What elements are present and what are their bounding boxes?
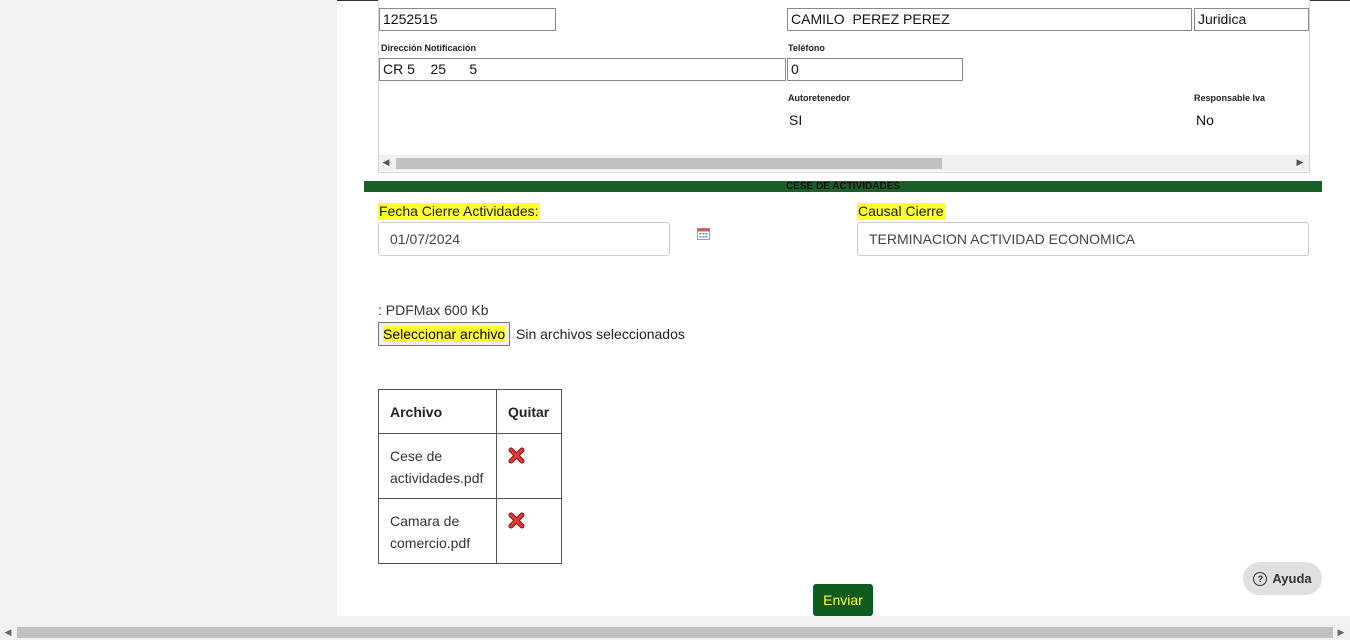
calendar-icon[interactable] [697,227,710,240]
phone-label: Teléfono [788,43,825,53]
table-row: Cese de actividades.pdf [378,433,562,499]
file-name-cell: Cese de actividades.pdf [378,433,497,499]
info-box-scroll-thumb[interactable] [396,158,942,169]
page-scroll-thumb[interactable] [17,627,1333,638]
table-row: Camara de comercio.pdf [378,498,562,564]
help-circle-icon: ? [1253,571,1268,586]
self-withholding-value: SI [789,112,803,128]
contributor-name-field[interactable]: CAMILO PEREZ PEREZ [787,8,1192,31]
address-label: Dirección Notificación [381,43,477,53]
attached-files-table: Archivo Quitar Cese de actividades.pdf C… [378,389,562,564]
column-header-file: Archivo [378,389,497,434]
page-scroll-right-arrow-icon[interactable]: ▶ [1334,627,1348,638]
section-header-bar: CESE DE ACTIVIDADES [364,181,1322,192]
self-withholding-label: Autoretenedor [788,93,851,103]
page-horizontal-scrollbar[interactable]: ◀ ▶ [0,624,1350,640]
remove-x-icon[interactable] [508,512,525,529]
info-box-horizontal-scrollbar[interactable]: ◀ ▶ [379,155,1309,171]
vat-responsible-value: No [1196,112,1214,128]
closure-date-label: Fecha Cierre Actividades: [378,203,540,220]
person-type-field[interactable]: Juridica [1194,8,1309,31]
page-scroll-left-arrow-icon[interactable]: ◀ [1,627,15,638]
remove-cell [496,498,562,564]
vat-responsible-label: Responsable Iva [1194,93,1266,103]
document-number-field[interactable]: 1252515 [379,8,556,31]
contributor-info-box: 1252515 CAMILO PEREZ PEREZ Juridica Dire… [378,0,1310,173]
help-button[interactable]: ? Ayuda [1243,562,1322,595]
submit-button[interactable]: Enviar [813,584,873,616]
column-header-remove: Quitar [496,389,562,434]
address-field[interactable]: CR 5 25 5 [379,58,786,81]
remove-cell [496,433,562,499]
help-button-label: Ayuda [1272,571,1312,586]
closure-date-input[interactable]: 01/07/2024 [378,222,670,256]
file-status-text: Sin archivos seleccionados [516,326,685,342]
file-name-cell: Camara de comercio.pdf [378,498,497,564]
scroll-left-arrow-icon[interactable]: ◀ [379,157,393,168]
file-size-note: : PDFMax 600 Kb [378,302,489,318]
phone-field[interactable]: 0 [787,58,963,81]
scroll-right-arrow-icon[interactable]: ▶ [1293,157,1307,168]
select-file-button-label: Seleccionar archivo [383,326,506,342]
closure-cause-label: Causal Cierre [857,203,945,220]
remove-x-icon[interactable] [508,447,525,464]
closure-cause-select[interactable]: TERMINACION ACTIVIDAD ECONOMICA [857,222,1309,256]
select-file-button[interactable]: Seleccionar archivo [378,322,511,346]
